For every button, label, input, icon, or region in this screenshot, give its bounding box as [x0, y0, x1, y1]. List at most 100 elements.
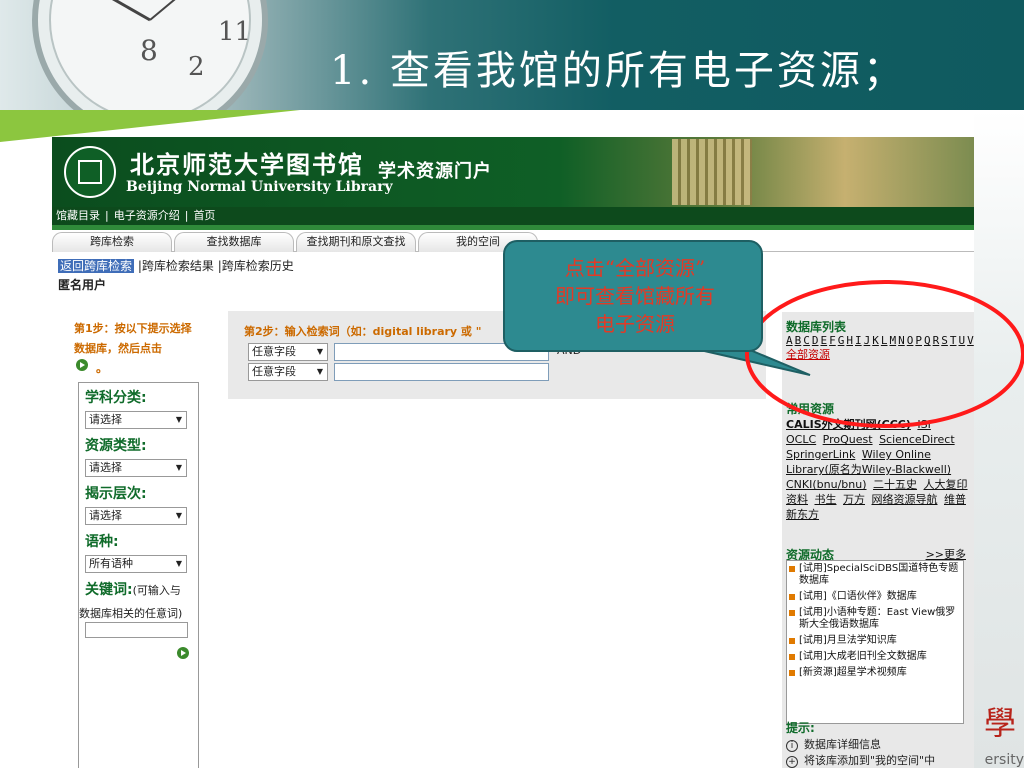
letter-link-p[interactable]: P: [915, 334, 922, 347]
letter-link-o[interactable]: O: [907, 334, 914, 347]
news-item[interactable]: [试用]《口语伙伴》数据库: [787, 589, 963, 605]
resource-link[interactable]: ProQuest: [823, 433, 873, 446]
step1-instruction: 第1步：按以下提示选择数据库，然后点击: [74, 322, 192, 355]
tips-title: 提示:: [786, 721, 815, 735]
language-label: 语种:: [85, 534, 119, 550]
keyword-label: 关键词:(可输入与: [85, 582, 181, 598]
letter-link-r[interactable]: R: [933, 334, 940, 347]
library-portal-screenshot: 北京师范大学图书馆 Beijing Normal University Libr…: [52, 137, 974, 768]
info-icon: i: [786, 740, 798, 752]
resource-link[interactable]: OCLC: [786, 433, 816, 446]
svg-text:10: 10: [240, 0, 271, 1]
news-item[interactable]: [试用]小语种专题：East View俄罗斯大全俄语数据库: [787, 605, 963, 633]
slide-title: 1. 查看我馆的所有电子资源；: [330, 48, 906, 94]
letter-link-i[interactable]: I: [855, 334, 862, 347]
add-icon: +: [786, 756, 798, 768]
side-glyph: 學: [983, 704, 1016, 742]
letter-link-m[interactable]: M: [890, 334, 897, 347]
resource-link[interactable]: ScienceDirect: [879, 433, 955, 446]
letter-link-e[interactable]: E: [821, 334, 828, 347]
tip-item: + 将该库添加到"我的空间"中: [786, 752, 935, 768]
resource-link[interactable]: 万方: [843, 493, 865, 506]
resource-link[interactable]: 新东方: [786, 508, 819, 521]
letter-link-j[interactable]: J: [864, 334, 871, 347]
svg-text:8: 8: [140, 34, 158, 67]
subject-select[interactable]: 请选择: [85, 411, 187, 429]
letter-link-t[interactable]: T: [950, 334, 957, 347]
letter-link-k[interactable]: K: [872, 334, 879, 347]
keyword-hint: (可输入与: [132, 584, 181, 597]
step2-instruction: 第2步：输入检索词（如：digital library 或 ": [244, 325, 482, 338]
database-list-title: 数据库列表: [786, 320, 847, 334]
resource-link[interactable]: ISI: [917, 418, 930, 431]
right-decoration: 學 ersity: [974, 110, 1024, 768]
news-item[interactable]: [试用]月旦法学知识库: [787, 633, 963, 649]
resource-link[interactable]: CNKI(bnu/bnu): [786, 478, 867, 491]
letter-link-l[interactable]: L: [881, 334, 888, 347]
library-name-cn: 北京师范大学图书馆: [130, 150, 364, 179]
svg-text:2: 2: [188, 52, 205, 82]
letter-link-c[interactable]: C: [803, 334, 810, 347]
search-input-2[interactable]: [334, 363, 549, 381]
user-status: 匿名用户: [58, 278, 107, 292]
letter-link-v[interactable]: V: [967, 334, 974, 347]
letter-link-f[interactable]: F: [829, 334, 836, 347]
nav-catalog[interactable]: 馆藏目录: [56, 209, 100, 222]
library-banner: 北京师范大学图书馆 Beijing Normal University Libr…: [52, 137, 974, 207]
top-nav: 馆藏目录 | 电子资源介绍 | 首页: [52, 207, 974, 225]
letter-link-u[interactable]: U: [959, 334, 966, 347]
step1-dot: 。: [96, 361, 109, 375]
library-name-en: Beijing Normal University Library: [126, 179, 393, 195]
letter-link-h[interactable]: H: [846, 334, 853, 347]
nav-home[interactable]: 首页: [193, 209, 215, 222]
resource-link[interactable]: CALIS外文期刊网(CCC): [786, 418, 911, 431]
nav-eresources[interactable]: 电子资源介绍: [114, 209, 180, 222]
tab-metasearch[interactable]: 跨库检索: [52, 232, 172, 252]
letter-link-a[interactable]: A: [786, 334, 793, 347]
letter-link-b[interactable]: B: [795, 334, 802, 347]
back-to-search-link[interactable]: 返回跨库检索: [58, 259, 135, 273]
resource-link[interactable]: 网络资源导航: [872, 493, 938, 506]
subject-label: 学科分类:: [85, 390, 147, 406]
level-label: 揭示层次:: [85, 486, 147, 502]
tab-find-journal[interactable]: 查找期刊和原文查找: [296, 232, 416, 252]
field-select-2[interactable]: 任意字段: [248, 363, 328, 381]
all-resources-link[interactable]: 全部资源: [786, 348, 830, 361]
svg-text:11: 11: [218, 17, 251, 47]
letter-link-s[interactable]: S: [941, 334, 948, 347]
language-select[interactable]: 所有语种: [85, 555, 187, 573]
search-history-link[interactable]: 跨库检索历史: [222, 259, 294, 273]
callout-text: 点击“全部资源” 即可查看馆藏所有 电子资源: [555, 256, 715, 336]
type-label: 资源类型:: [85, 438, 147, 454]
portal-name: 学术资源门户: [378, 161, 492, 182]
letter-link-q[interactable]: Q: [924, 334, 931, 347]
facet-panel: 学科分类: 请选择 资源类型: 请选择 揭示层次: 请选择 语种: 所有语种 关…: [78, 382, 199, 768]
right-column: 数据库列表 ABCDEFGHIJKLMNOPQRSTUVWXYZ全部资源 常用资…: [782, 312, 974, 768]
news-item[interactable]: [新资源]超星学术视频库: [787, 665, 963, 681]
resource-link[interactable]: SpringerLink: [786, 448, 855, 461]
resource-link[interactable]: 维普: [944, 493, 966, 506]
callout-box: 点击“全部资源” 即可查看馆藏所有 电子资源: [503, 240, 763, 352]
resource-link[interactable]: 二十五史: [873, 478, 917, 491]
search-results-link[interactable]: 跨库检索结果: [142, 259, 214, 273]
go-icon: [76, 359, 88, 371]
news-list: [试用]SpecialSciDBS国道特色专题数据库 [试用]《口语伙伴》数据库[…: [786, 560, 964, 724]
common-resources-title: 常用资源: [786, 402, 835, 416]
tab-find-database[interactable]: 查找数据库: [174, 232, 294, 252]
news-item[interactable]: [试用]大成老旧刊全文数据库: [787, 649, 963, 665]
resource-link[interactable]: 书生: [815, 493, 837, 506]
level-select[interactable]: 请选择: [85, 507, 187, 525]
letter-link-g[interactable]: G: [838, 334, 845, 347]
news-item[interactable]: [试用]SpecialSciDBS国道特色专题数据库: [787, 561, 963, 589]
go-button[interactable]: [177, 647, 189, 659]
letter-link-d[interactable]: D: [812, 334, 819, 347]
field-select-1[interactable]: 任意字段: [248, 343, 328, 361]
building-image: [672, 139, 752, 205]
keyword-input[interactable]: [85, 622, 188, 638]
library-logo-icon: [64, 146, 116, 198]
slide-header: 8 2 11 10 1. 查看我馆的所有电子资源；: [0, 0, 1024, 110]
common-resources: CALIS外文期刊网(CCC) ISI OCLC ProQuest Scienc…: [786, 417, 970, 522]
letter-link-n[interactable]: N: [898, 334, 905, 347]
side-text: ersity: [984, 752, 1024, 768]
type-select[interactable]: 请选择: [85, 459, 187, 477]
